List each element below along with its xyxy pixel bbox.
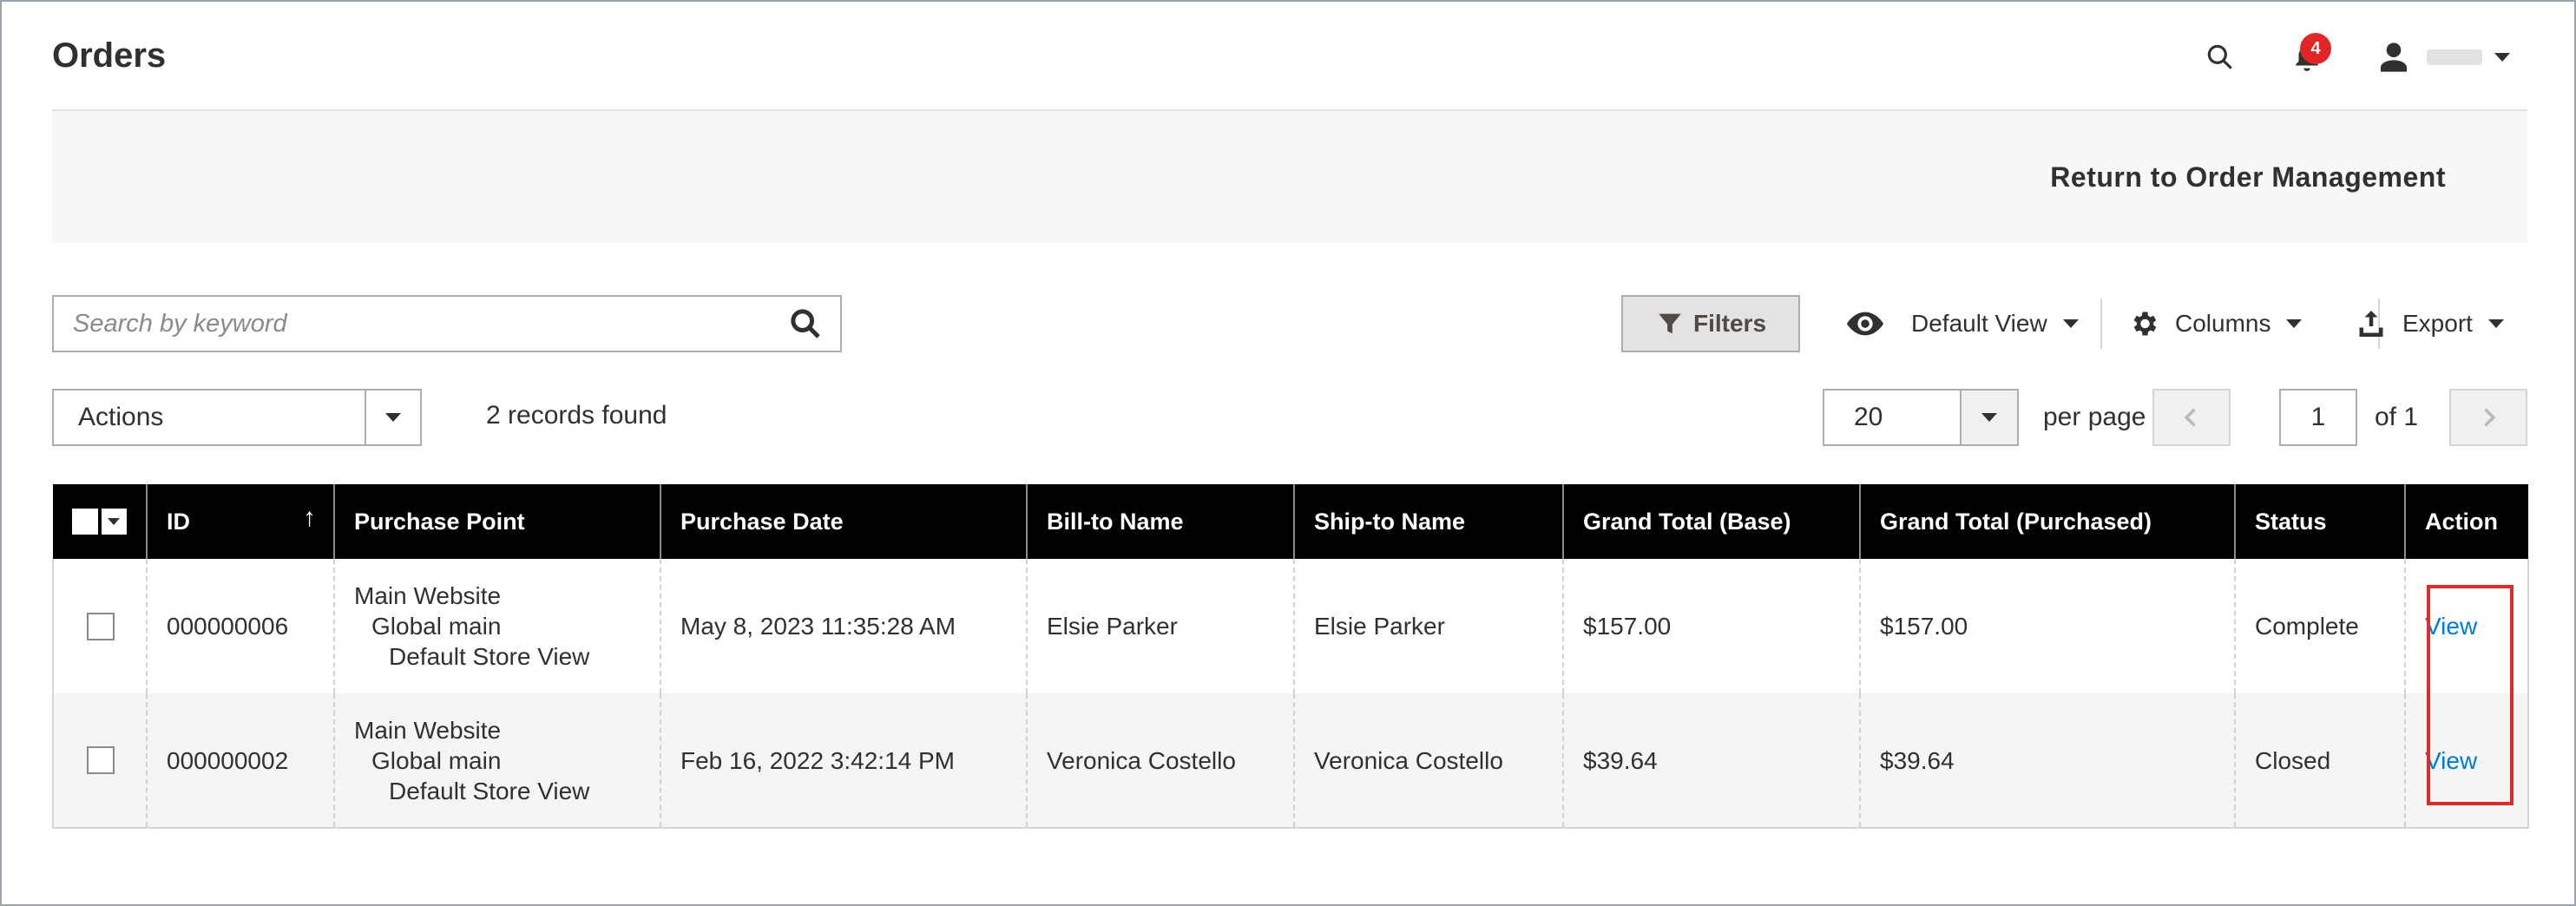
default-view-dropdown[interactable]: Default View xyxy=(1845,295,2079,352)
default-view-label: Default View xyxy=(1911,310,2047,337)
return-to-order-management-button[interactable]: Return to Order Management xyxy=(2050,161,2446,194)
column-header-ship-to-name[interactable]: Ship-to Name xyxy=(1293,484,1563,559)
search-input[interactable] xyxy=(54,297,771,351)
per-page-toggle[interactable] xyxy=(1960,391,2017,444)
filter-icon xyxy=(1659,313,1681,334)
header-actions: 4 xyxy=(2194,33,2510,82)
select-all-checkbox[interactable] xyxy=(72,509,98,535)
cell-id: 000000002 xyxy=(146,693,334,829)
chevron-down-icon xyxy=(1981,413,1997,422)
row-select-cell xyxy=(52,559,147,693)
column-header-purchase-date[interactable]: Purchase Date xyxy=(660,484,1027,559)
view-order-link[interactable]: View xyxy=(2425,613,2477,640)
export-upload-icon xyxy=(2359,311,2383,337)
cell-status: Complete xyxy=(2234,559,2405,693)
column-header-bill-to-name[interactable]: Bill-to Name xyxy=(1026,484,1294,559)
mass-select-header xyxy=(53,484,147,559)
mass-actions-label: Actions xyxy=(78,403,164,431)
cell-purchase-point: Main Website Global main Default Store V… xyxy=(333,559,660,693)
mass-actions-toggle[interactable] xyxy=(365,391,420,444)
page-title: Orders xyxy=(52,36,167,75)
cell-grand-total-purchased: $157.00 xyxy=(1859,559,2235,693)
cell-ship-to-name: Elsie Parker xyxy=(1293,559,1563,693)
user-name-redacted xyxy=(2427,49,2482,65)
chevron-down-icon xyxy=(2487,319,2504,328)
row-select-cell xyxy=(52,693,147,829)
view-order-link[interactable]: View xyxy=(2425,747,2477,774)
column-header-id[interactable]: ID ↑ xyxy=(146,484,334,559)
total-pages-label: of 1 xyxy=(2375,403,2419,431)
orders-grid: ID ↑ Purchase Point Purchase Date Bill-to… xyxy=(52,484,2529,829)
row-checkbox[interactable] xyxy=(87,746,115,774)
cell-id: 000000006 xyxy=(146,559,334,693)
mass-actions-dropdown[interactable]: Actions xyxy=(52,389,422,446)
chevron-right-icon xyxy=(2484,408,2496,427)
gear-icon xyxy=(2133,312,2157,336)
next-page-button[interactable] xyxy=(2449,389,2527,446)
chevron-down-icon xyxy=(385,413,401,422)
search-icon xyxy=(791,309,820,338)
current-page-input[interactable] xyxy=(2279,389,2357,446)
user-icon xyxy=(2381,43,2407,72)
cell-bill-to-name: Elsie Parker xyxy=(1026,559,1294,693)
chevron-down-icon xyxy=(2062,319,2079,328)
cell-purchase-date: May 8, 2023 11:35:28 AM xyxy=(660,559,1027,693)
chevron-down-icon xyxy=(2286,319,2303,328)
admin-user-menu[interactable] xyxy=(2376,40,2510,75)
keyword-search xyxy=(52,295,842,352)
columns-dropdown[interactable]: Columns xyxy=(2128,295,2303,352)
toolbar-divider xyxy=(2100,299,2102,349)
cell-bill-to-name: Veronica Costello xyxy=(1026,693,1294,829)
cell-action: View xyxy=(2404,559,2529,693)
sort-ascending-icon: ↑ xyxy=(303,503,316,532)
mass-select-options[interactable] xyxy=(101,509,127,535)
table-row: 000000002 Main Website Global main Defau… xyxy=(52,693,2529,829)
mass-select-control[interactable] xyxy=(72,509,127,535)
page-actions-bar: Return to Order Management xyxy=(52,109,2527,243)
table-row: 000000006 Main Website Global main Defau… xyxy=(52,559,2529,693)
grid-header-row: ID ↑ Purchase Point Purchase Date Bill-to… xyxy=(53,484,2528,559)
row-checkbox[interactable] xyxy=(87,612,115,640)
filters-label: Filters xyxy=(1692,310,1767,337)
filters-button[interactable]: Filters xyxy=(1621,295,1800,352)
cell-status: Closed xyxy=(2234,693,2405,829)
export-label: Export xyxy=(2402,310,2473,337)
chevron-down-icon xyxy=(108,518,121,525)
columns-label: Columns xyxy=(2175,310,2271,337)
records-found-count: 2 records found xyxy=(486,401,667,430)
column-header-purchase-point[interactable]: Purchase Point xyxy=(333,484,660,559)
search-submit-button[interactable] xyxy=(771,297,840,351)
previous-page-button[interactable] xyxy=(2152,389,2231,446)
column-header-status[interactable]: Status xyxy=(2234,484,2405,559)
per-page-select[interactable]: 20 xyxy=(1823,389,2019,446)
orders-page: Orders 4 Return to Order Management Filt… xyxy=(52,2,2529,906)
global-search-button[interactable] xyxy=(2194,33,2246,82)
notifications-count-badge: 4 xyxy=(2300,33,2331,64)
notifications-button[interactable]: 4 xyxy=(2281,33,2333,82)
column-header-grand-total-base[interactable]: Grand Total (Base) xyxy=(1562,484,1860,559)
chevron-left-icon xyxy=(2184,408,2196,427)
eye-icon xyxy=(1846,312,1884,336)
cell-grand-total-base: $157.00 xyxy=(1562,559,1860,693)
per-page-value: 20 xyxy=(1854,403,1883,431)
chevron-down-icon xyxy=(2494,53,2510,62)
cell-grand-total-base: $39.64 xyxy=(1562,693,1860,829)
per-page-label: per page xyxy=(2043,403,2146,431)
cell-action: View xyxy=(2404,693,2529,829)
column-header-action: Action xyxy=(2404,484,2528,559)
export-dropdown[interactable]: Export xyxy=(2356,295,2504,352)
column-header-grand-total-purchased[interactable]: Grand Total (Purchased) xyxy=(1859,484,2235,559)
cell-ship-to-name: Veronica Costello xyxy=(1293,693,1563,829)
search-icon xyxy=(2207,44,2232,69)
cell-purchase-point: Main Website Global main Default Store V… xyxy=(333,693,660,829)
cell-purchase-date: Feb 16, 2022 3:42:14 PM xyxy=(660,693,1027,829)
cell-grand-total-purchased: $39.64 xyxy=(1859,693,2235,829)
